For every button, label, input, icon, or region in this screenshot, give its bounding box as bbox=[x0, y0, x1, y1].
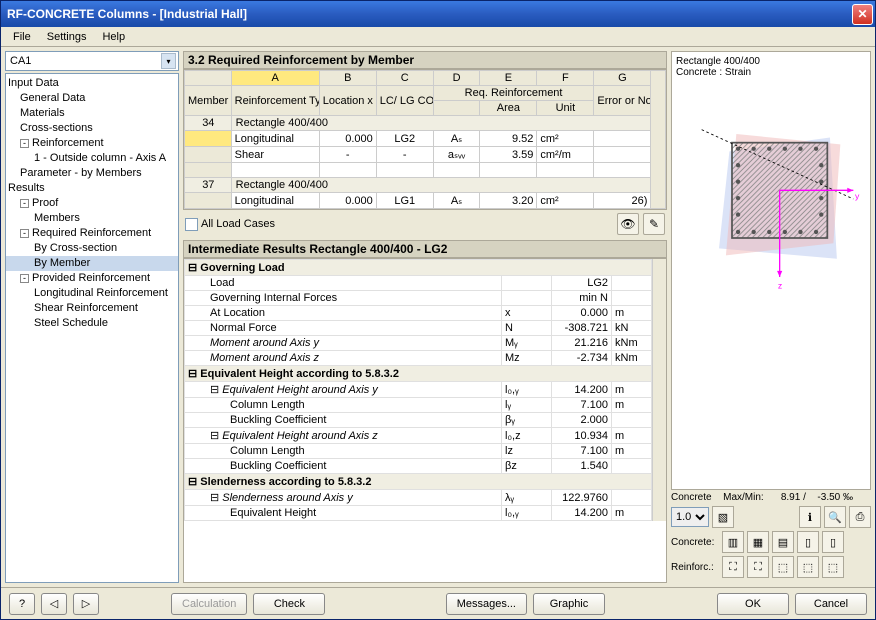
tree-results[interactable]: Results bbox=[6, 181, 178, 196]
table-row[interactable]: Shear--aₛᵥᵥ3.59cm²/m bbox=[185, 147, 666, 163]
check-button[interactable]: Check bbox=[253, 593, 325, 615]
info-icon[interactable]: ℹ bbox=[799, 506, 821, 528]
section-diagram[interactable]: Rectangle 400/400 Concrete : Strain y z bbox=[671, 51, 871, 490]
scrollbar[interactable] bbox=[651, 71, 666, 209]
tree-param-members[interactable]: Parameter - by Members bbox=[6, 166, 178, 181]
minus-icon[interactable]: - bbox=[20, 139, 29, 148]
scale-spinner[interactable]: 1.0 bbox=[671, 507, 709, 527]
zoom-icon[interactable]: 🔍 bbox=[824, 506, 846, 528]
table-row[interactable]: Longitudinal0.000LG1Aₛ3.20cm²26) bbox=[185, 193, 666, 209]
concrete-view-1[interactable]: ▥ bbox=[722, 531, 744, 553]
menu-bar: File Settings Help bbox=[1, 27, 875, 47]
hatch-icon[interactable]: ▧ bbox=[712, 506, 734, 528]
diag-subtitle: Concrete : Strain bbox=[676, 67, 866, 78]
table-row[interactable] bbox=[185, 163, 666, 178]
tree-reinf-1[interactable]: 1 - Outside column - Axis A bbox=[6, 151, 178, 166]
menu-help[interactable]: Help bbox=[94, 29, 133, 45]
navigation-tree[interactable]: Input Data General Data Materials Cross-… bbox=[5, 73, 179, 583]
tree-members[interactable]: Members bbox=[6, 211, 178, 226]
next-icon[interactable]: ▷ bbox=[73, 593, 99, 615]
cancel-button[interactable]: Cancel bbox=[795, 593, 867, 615]
minus-icon[interactable]: - bbox=[20, 199, 29, 208]
menu-file[interactable]: File bbox=[5, 29, 39, 45]
messages-button[interactable]: Messages... bbox=[446, 593, 527, 615]
title-bar: RF-CONCRETE Columns - [Industrial Hall] … bbox=[1, 1, 875, 27]
ok-button[interactable]: OK bbox=[717, 593, 789, 615]
table-row[interactable]: Longitudinal0.000LG2Aₛ9.52cm² bbox=[185, 131, 666, 147]
tree-materials[interactable]: Materials bbox=[6, 106, 178, 121]
main-grid[interactable]: ABCDEFG Member NoReinforcement TypeLocat… bbox=[183, 69, 667, 210]
chevron-down-icon[interactable]: ▾ bbox=[161, 53, 176, 69]
tree-long-reinf[interactable]: Longitudinal Reinforcement bbox=[6, 286, 178, 301]
intermediate-grid[interactable]: ⊟ Governing Load LoadLG2 Governing Inter… bbox=[183, 258, 667, 583]
diag-title: Rectangle 400/400 bbox=[676, 56, 866, 67]
concrete-view-3[interactable]: ▤ bbox=[772, 531, 794, 553]
tree-prov-reinf[interactable]: -Provided Reinforcement bbox=[6, 271, 178, 286]
reinf-view-1[interactable]: ⛶ bbox=[722, 556, 744, 578]
reinf-view-3[interactable]: ⬚ bbox=[772, 556, 794, 578]
minus-icon[interactable]: - bbox=[20, 229, 29, 238]
calculation-button: Calculation bbox=[171, 593, 247, 615]
close-button[interactable]: ✕ bbox=[852, 4, 873, 25]
tree-req-reinf[interactable]: -Required Reinforcement bbox=[6, 226, 178, 241]
concrete-view-5[interactable]: ▯ bbox=[822, 531, 844, 553]
reinf-view-5[interactable]: ⬚ bbox=[822, 556, 844, 578]
concrete-view-2[interactable]: ▦ bbox=[747, 531, 769, 553]
eye-icon[interactable]: 👁 bbox=[617, 213, 639, 235]
tree-shear-reinf[interactable]: Shear Reinforcement bbox=[6, 301, 178, 316]
section-title: 3.2 Required Reinforcement by Member bbox=[183, 51, 667, 69]
print-icon[interactable]: ⎙ bbox=[849, 506, 871, 528]
tree-by-cross[interactable]: By Cross-section bbox=[6, 241, 178, 256]
tree-by-member[interactable]: By Member bbox=[6, 256, 178, 271]
svg-text:z: z bbox=[778, 280, 782, 290]
all-load-cases-checkbox[interactable]: All Load Cases bbox=[185, 218, 275, 231]
tree-general-data[interactable]: General Data bbox=[6, 91, 178, 106]
reinf-view-2[interactable]: ⛶ bbox=[747, 556, 769, 578]
tree-cross-sections[interactable]: Cross-sections bbox=[6, 121, 178, 136]
scrollbar[interactable] bbox=[652, 259, 666, 521]
help-icon[interactable]: ? bbox=[9, 593, 35, 615]
reinf-view-4[interactable]: ⬚ bbox=[797, 556, 819, 578]
svg-text:y: y bbox=[855, 191, 860, 201]
graphic-button[interactable]: Graphic bbox=[533, 593, 605, 615]
concrete-view-4[interactable]: ▯ bbox=[797, 531, 819, 553]
dropper-icon[interactable]: ✎ bbox=[643, 213, 665, 235]
tree-input-data[interactable]: Input Data bbox=[6, 76, 178, 91]
case-value: CA1 bbox=[10, 55, 161, 67]
minus-icon[interactable]: - bbox=[20, 274, 29, 283]
intermediate-title: Intermediate Results Rectangle 400/400 -… bbox=[183, 240, 667, 258]
tree-proof[interactable]: -Proof bbox=[6, 196, 178, 211]
prev-icon[interactable]: ◁ bbox=[41, 593, 67, 615]
window-title: RF-CONCRETE Columns - [Industrial Hall] bbox=[7, 7, 850, 21]
menu-settings[interactable]: Settings bbox=[39, 29, 95, 45]
case-combo[interactable]: CA1 ▾ bbox=[5, 51, 179, 71]
tree-steel-sched[interactable]: Steel Schedule bbox=[6, 316, 178, 331]
tree-reinforcement[interactable]: -Reinforcement bbox=[6, 136, 178, 151]
concrete-maxmin: Concrete Max/Min: 8.91 / -3.50 ‰ bbox=[671, 492, 871, 503]
